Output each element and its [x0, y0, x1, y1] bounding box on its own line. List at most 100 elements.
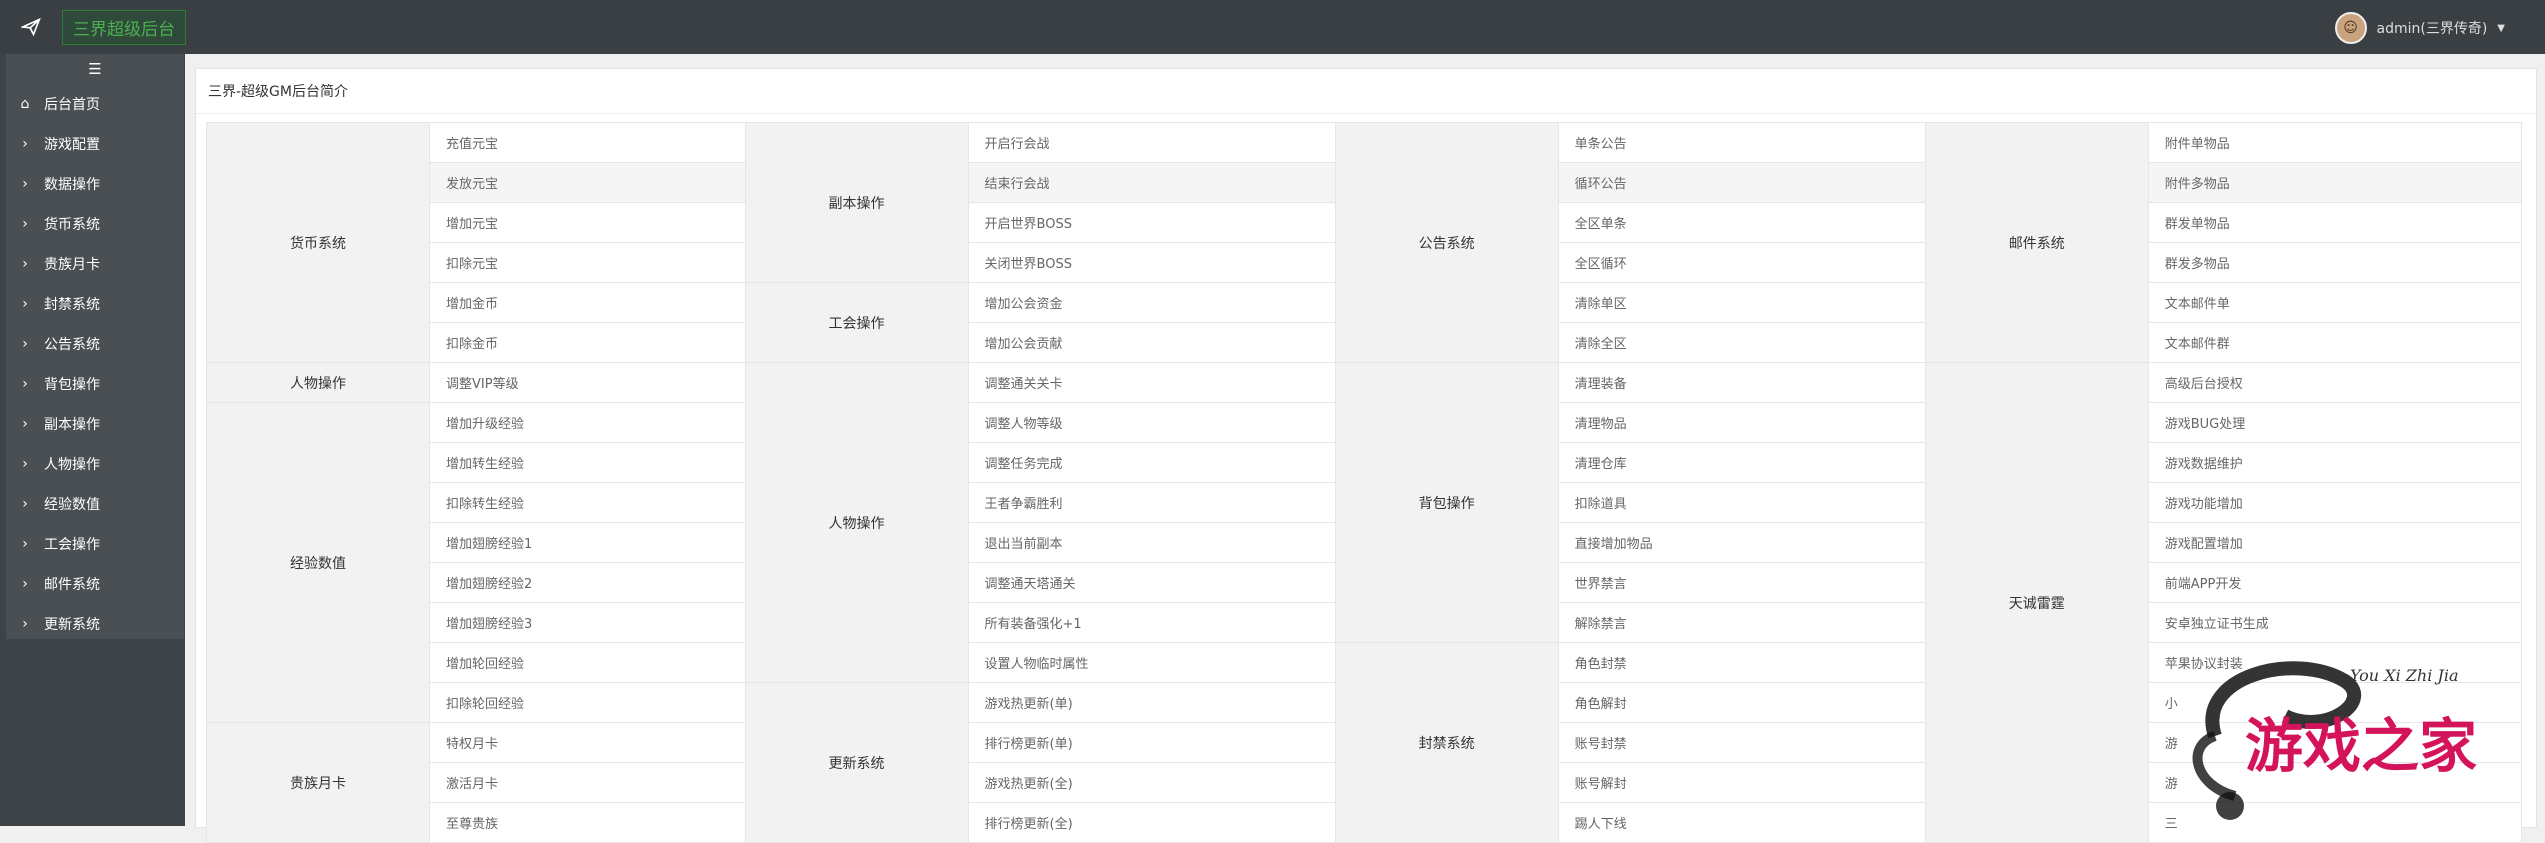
feature-item-cell: 结束行会战 — [967, 162, 1336, 203]
feature-item-cell: 附件多物品 — [2147, 162, 2523, 203]
sidebar-item-label: 工会操作 — [44, 537, 100, 553]
feature-item-cell: 全区单条 — [1557, 202, 1926, 243]
user-name[interactable]: admin(三界传奇) — [2377, 18, 2488, 38]
sidebar-item-label: 封禁系统 — [44, 297, 100, 313]
sidebar-item[interactable]: › 货币系统 — [6, 204, 184, 244]
feature-item-cell: 开启世界BOSS — [967, 202, 1336, 243]
chevron-right-icon: › — [22, 376, 28, 392]
feature-item-cell: 增加转生经验 — [429, 442, 746, 483]
feature-item-cell: 前端APP开发 — [2147, 562, 2523, 603]
sidebar-item-label: 数据操作 — [44, 177, 100, 193]
table-row: 货币系统 充值元宝 副本操作 开启行会战 公告系统 单条公告 邮件系统 附件单物品 — [206, 122, 2523, 363]
feature-item-cell: 增加公会贡献 — [967, 322, 1336, 363]
main-content: 三界-超级GM后台简介 货币系统 充值元宝 副本操作 开启行会战 公告系统 单条公告 邮件系… — [185, 54, 2545, 843]
sidebar-item[interactable]: › 贵族月卡 — [6, 244, 184, 284]
group-cell: 副本操作 — [744, 122, 969, 283]
feature-item-cell: 扣除转生经验 — [429, 482, 746, 523]
feature-item-cell: 单条公告 — [1557, 122, 1926, 163]
feature-item-cell: 账号封禁 — [1557, 722, 1926, 763]
feature-item-cell: 账号解封 — [1557, 762, 1926, 803]
caret-down-icon[interactable]: ▼ — [2497, 23, 2505, 34]
feature-item-cell: 群发多物品 — [2147, 242, 2523, 283]
feature-item-cell: 调整任务完成 — [967, 442, 1336, 483]
sidebar-item-label: 游戏配置 — [44, 137, 100, 153]
table-row: 人物操作 调整VIP等级 人物操作 调整通关关卡 背包操作 清理装备 天诚雷霆 高级后台授权 — [206, 362, 2523, 843]
sidebar: ☰ ⌂ 后台首页 › 游戏配置 › 数据操作 › 货币系统 › 贵族月卡 › 封禁系统 › 公告系统 › 背包… — [0, 54, 185, 826]
feature-item-cell: 文本邮件单 — [2147, 282, 2523, 323]
feature-item-cell: 踢人下线 — [1557, 802, 1926, 843]
sidebar-item[interactable]: › 工会操作 — [6, 524, 184, 564]
menu-icon[interactable]: ☰ — [6, 54, 184, 84]
panel-title: 三界-超级GM后台简介 — [196, 69, 2536, 114]
feature-item-cell: 游戏数据维护 — [2147, 442, 2523, 483]
sidebar-item[interactable]: › 背包操作 — [6, 364, 184, 404]
feature-item-cell: 直接增加物品 — [1557, 522, 1926, 563]
sidebar-item[interactable]: › 封禁系统 — [6, 284, 184, 324]
sidebar-item[interactable]: ⌂ 后台首页 — [6, 84, 184, 124]
chevron-right-icon: › — [22, 296, 28, 312]
sidebar-item[interactable]: › 邮件系统 — [6, 564, 184, 604]
sidebar-item[interactable]: › 游戏配置 — [6, 124, 184, 164]
feature-item-cell: 增加翅膀经验2 — [429, 562, 746, 603]
group-cell: 人物操作 — [744, 362, 969, 683]
feature-item-cell: 扣除道具 — [1557, 482, 1926, 523]
chevron-right-icon: › — [22, 536, 28, 552]
feature-item-cell: 调整VIP等级 — [429, 362, 746, 403]
feature-item-cell: 扣除轮回经验 — [429, 682, 746, 723]
feature-item-cell: 清理物品 — [1557, 402, 1926, 443]
sidebar-item[interactable]: › 人物操作 — [6, 444, 184, 484]
feature-item-cell: 调整通关关卡 — [967, 362, 1336, 403]
watermark-logo: You Xi Zhi Jia 游戏之家 — [2192, 661, 2477, 820]
feature-item-cell: 清除全区 — [1557, 322, 1926, 363]
feature-item-cell: 全区循环 — [1557, 242, 1926, 283]
feature-item-cell: 附件单物品 — [2147, 122, 2523, 163]
send-icon[interactable] — [0, 0, 62, 54]
sidebar-menu: ☰ ⌂ 后台首页 › 游戏配置 › 数据操作 › 货币系统 › 贵族月卡 › 封禁系统 › 公告系统 › 背包… — [6, 54, 184, 639]
watermark-text: 游戏之家 — [2245, 712, 2477, 780]
feature-item-cell: 排行榜更新(全) — [967, 802, 1336, 843]
feature-item-cell: 退出当前副本 — [967, 522, 1336, 563]
home-icon: ⌂ — [20, 96, 30, 112]
chevron-right-icon: › — [22, 576, 28, 592]
chevron-right-icon: › — [22, 136, 28, 152]
feature-item-cell: 充值元宝 — [429, 122, 746, 163]
app-title[interactable]: 三界超级后台 — [62, 10, 186, 45]
feature-item-cell: 安卓独立证书生成 — [2147, 602, 2523, 643]
feature-item-cell: 至尊贵族 — [429, 802, 746, 843]
chevron-right-icon: › — [22, 496, 28, 512]
feature-item-cell: 游戏BUG处理 — [2147, 402, 2523, 443]
chevron-right-icon: › — [22, 616, 28, 632]
sidebar-item[interactable]: › 经验数值 — [6, 484, 184, 524]
sidebar-item-label: 经验数值 — [44, 497, 100, 513]
sidebar-item-label: 背包操作 — [44, 377, 100, 393]
feature-item-cell: 开启行会战 — [967, 122, 1336, 163]
sidebar-item[interactable]: › 副本操作 — [6, 404, 184, 444]
user-menu[interactable]: ☺ admin(三界传奇) ▼ — [2334, 12, 2505, 44]
feature-item-cell: 扣除金币 — [429, 322, 746, 363]
feature-item-cell: 游戏配置增加 — [2147, 522, 2523, 563]
sidebar-item-label: 后台首页 — [44, 97, 100, 113]
sidebar-item[interactable]: › 数据操作 — [6, 164, 184, 204]
sidebar-item-label: 货币系统 — [44, 217, 100, 233]
sidebar-item[interactable]: › 更新系统 — [6, 604, 184, 644]
feature-item-cell: 游戏热更新(单) — [967, 682, 1336, 723]
feature-item-cell: 增加金币 — [429, 282, 746, 323]
feature-item-cell: 角色解封 — [1557, 682, 1926, 723]
sidebar-item[interactable]: › 公告系统 — [6, 324, 184, 364]
feature-item-cell: 增加翅膀经验1 — [429, 522, 746, 563]
group-cell: 更新系统 — [744, 682, 969, 843]
feature-item-cell: 设置人物临时属性 — [967, 642, 1336, 683]
feature-item-cell: 调整人物等级 — [967, 402, 1336, 443]
top-bar: 三界超级后台 ☺ admin(三界传奇) ▼ — [0, 0, 2545, 54]
feature-item-cell: 调整通天塔通关 — [967, 562, 1336, 603]
avatar[interactable]: ☺ — [2334, 12, 2367, 44]
sidebar-item-label: 更新系统 — [44, 617, 100, 633]
feature-item-cell: 增加翅膀经验3 — [429, 602, 746, 643]
group-cell: 人物操作 — [206, 362, 430, 403]
group-cell: 贵族月卡 — [206, 722, 430, 843]
feature-item-cell: 文本邮件群 — [2147, 322, 2523, 363]
feature-item-cell: 世界禁言 — [1557, 562, 1926, 603]
chevron-right-icon: › — [22, 216, 28, 232]
feature-item-cell: 增加升级经验 — [429, 402, 746, 443]
feature-item-cell: 游戏热更新(全) — [967, 762, 1336, 803]
